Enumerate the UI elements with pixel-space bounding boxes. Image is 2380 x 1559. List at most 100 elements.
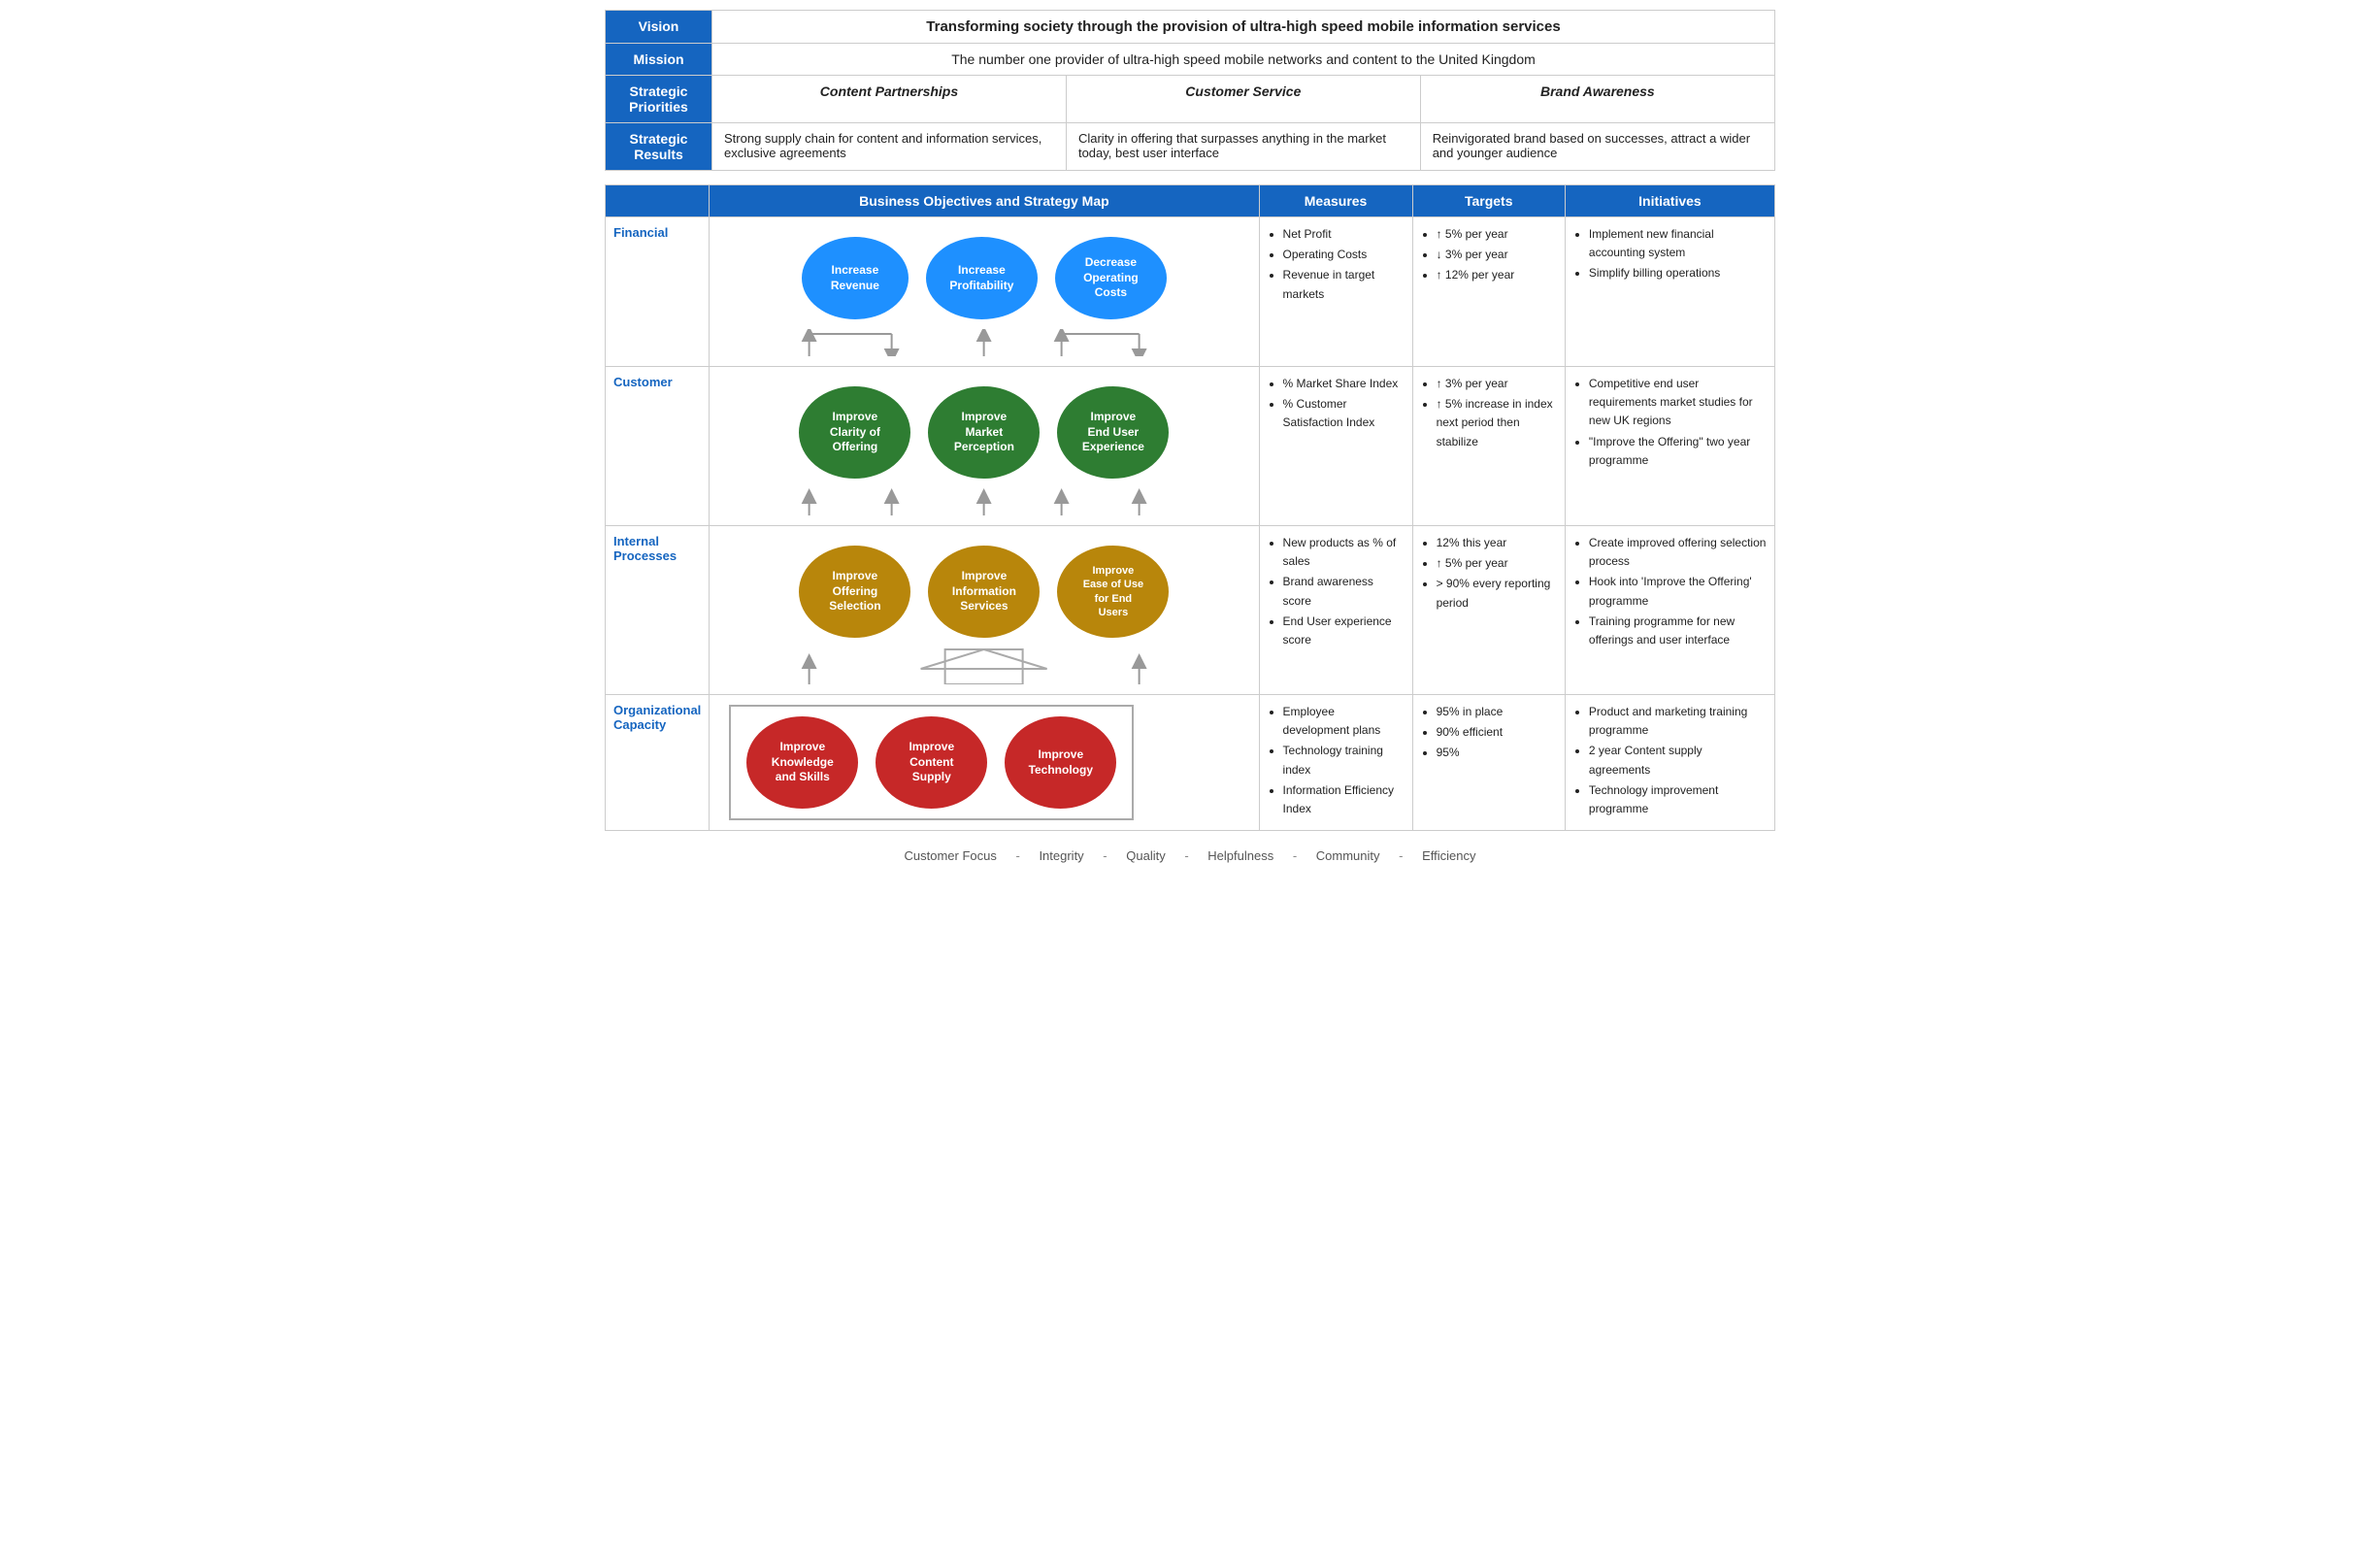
financial-nodes: IncreaseRevenue IncreaseProfitability De… — [729, 227, 1239, 329]
list-item: ↑ 12% per year — [1437, 266, 1557, 284]
list-item: ↓ 3% per year — [1437, 246, 1557, 264]
list-item: Create improved offering selection proce… — [1589, 534, 1767, 571]
node-clarity-offering: ImproveClarity ofOffering — [799, 386, 910, 479]
list-item: Operating Costs — [1283, 246, 1405, 264]
internal-row: Internal Processes ImproveOfferingSelect… — [606, 526, 1775, 695]
list-item: % Market Share Index — [1283, 375, 1405, 393]
list-item: Implement new financial accounting syste… — [1589, 225, 1767, 262]
customer-map: ImproveClarity ofOffering ImproveMarketP… — [710, 367, 1259, 526]
list-item: Simplify billing operations — [1589, 264, 1767, 282]
footer-separator: - — [1289, 848, 1301, 863]
list-item: End User experience score — [1283, 613, 1405, 649]
org-map: ImproveKnowledgeand Skills ImproveConten… — [710, 695, 1259, 831]
org-measures: Employee development plansTechnology tra… — [1259, 695, 1412, 831]
priority2: Customer Service — [1066, 76, 1420, 123]
node-offering-selection: ImproveOfferingSelection — [799, 546, 910, 638]
node-knowledge-skills: ImproveKnowledgeand Skills — [746, 716, 858, 809]
footer-values: Customer Focus - Integrity - Quality - H… — [605, 839, 1775, 873]
financial-measures: Net Profit Operating Costs Revenue in targ… — [1259, 217, 1412, 367]
footer-value: Integrity — [1039, 848, 1083, 863]
list-item: Competitive end user requirements market… — [1589, 375, 1767, 431]
targets-header: Targets — [1412, 185, 1565, 217]
financial-targets: ↑ 5% per year ↓ 3% per year ↑ 12% per year — [1412, 217, 1565, 367]
map-title: Business Objectives and Strategy Map — [710, 185, 1259, 217]
list-item: ↑ 5% per year — [1437, 225, 1557, 244]
node-technology: ImproveTechnology — [1005, 716, 1116, 809]
node-increase-revenue: IncreaseRevenue — [802, 237, 909, 319]
list-item: > 90% every reporting period — [1437, 575, 1557, 612]
measures-header: Measures — [1259, 185, 1412, 217]
footer-value: Community — [1316, 848, 1380, 863]
priority3: Brand Awareness — [1420, 76, 1774, 123]
node-info-services: ImproveInformationServices — [928, 546, 1040, 638]
node-decrease-costs: DecreaseOperatingCosts — [1055, 237, 1167, 319]
customer-row: Customer ImproveClarity ofOffering Impro… — [606, 367, 1775, 526]
financial-initiatives: Implement new financial accounting syste… — [1565, 217, 1774, 367]
footer-value: Efficiency — [1422, 848, 1475, 863]
mission-label: Mission — [606, 44, 712, 76]
org-row: Organizational Capacity ImproveKnowledge… — [606, 695, 1775, 831]
customer-initiatives: Competitive end user requirements market… — [1565, 367, 1774, 526]
footer-value: Helpfulness — [1207, 848, 1273, 863]
org-initiatives: Product and marketing training programme… — [1565, 695, 1774, 831]
node-increase-profitability: IncreaseProfitability — [926, 237, 1038, 319]
mission-text: The number one provider of ultra-high sp… — [712, 44, 1775, 76]
strategic-priorities-label: Strategic Priorities — [606, 76, 712, 123]
internal-initiatives: Create improved offering selection proce… — [1565, 526, 1774, 695]
customer-targets: ↑ 3% per year↑ 5% increase in index next… — [1412, 367, 1565, 526]
footer-separator: - — [1396, 848, 1407, 863]
result2: Clarity in offering that surpasses anyth… — [1066, 123, 1420, 171]
list-item: ↑ 5% increase in index next period then … — [1437, 395, 1557, 451]
list-item: Training programme for new offerings and… — [1589, 613, 1767, 649]
footer-separator: - — [1100, 848, 1111, 863]
internal-to-org-arrows — [729, 647, 1239, 684]
footer-value: Customer Focus — [905, 848, 997, 863]
list-item: Information Efficiency Index — [1283, 781, 1405, 818]
list-item: Product and marketing training programme — [1589, 703, 1767, 740]
list-item: Employee development plans — [1283, 703, 1405, 740]
internal-targets: 12% this year↑ 5% per year> 90% every re… — [1412, 526, 1565, 695]
financial-arrows — [729, 329, 1239, 356]
list-item: 2 year Content supply agreements — [1589, 742, 1767, 779]
financial-label: Financial — [606, 217, 710, 367]
list-item: % Customer Satisfaction Index — [1283, 395, 1405, 432]
list-item: 95% — [1437, 744, 1557, 762]
list-item: Technology training index — [1283, 742, 1405, 779]
list-item: Hook into 'Improve the Offering' program… — [1589, 573, 1767, 610]
org-targets: 95% in place 90% efficient 95% — [1412, 695, 1565, 831]
customer-to-internal-arrows — [729, 488, 1239, 515]
customer-nodes: ImproveClarity ofOffering ImproveMarketP… — [729, 377, 1239, 488]
priority1: Content Partnerships — [712, 76, 1067, 123]
org-label: Organizational Capacity — [606, 695, 710, 831]
vision-text: Transforming society through the provisi… — [712, 11, 1775, 44]
node-ease-of-use: ImproveEase of Usefor EndUsers — [1057, 546, 1169, 638]
list-item: Technology improvement programme — [1589, 781, 1767, 818]
financial-map: IncreaseRevenue IncreaseProfitability De… — [710, 217, 1259, 367]
map-header-empty — [606, 185, 710, 217]
result3: Reinvigorated brand based on successes, … — [1420, 123, 1774, 171]
customer-measures: % Market Share Index % Customer Satisfact… — [1259, 367, 1412, 526]
list-item: Revenue in target markets — [1283, 266, 1405, 303]
list-item: 95% in place — [1437, 703, 1557, 721]
list-item: Net Profit — [1283, 225, 1405, 244]
footer-value: Quality — [1126, 848, 1165, 863]
org-box: ImproveKnowledgeand Skills ImproveConten… — [729, 705, 1134, 820]
customer-label: Customer — [606, 367, 710, 526]
node-market-perception: ImproveMarketPerception — [928, 386, 1040, 479]
list-item: 90% efficient — [1437, 723, 1557, 742]
footer-separator: - — [1012, 848, 1024, 863]
node-end-user-exp: ImproveEnd UserExperience — [1057, 386, 1169, 479]
list-item: 12% this year — [1437, 534, 1557, 552]
footer-separator: - — [1181, 848, 1193, 863]
strategic-results-label: Strategic Results — [606, 123, 712, 171]
internal-map: ImproveOfferingSelection ImproveInformat… — [710, 526, 1259, 695]
list-item: Brand awareness score — [1283, 573, 1405, 610]
initiatives-header: Initiatives — [1565, 185, 1774, 217]
result1: Strong supply chain for content and info… — [712, 123, 1067, 171]
vision-label: Vision — [606, 11, 712, 44]
internal-nodes: ImproveOfferingSelection ImproveInformat… — [729, 536, 1239, 647]
internal-measures: New products as % of salesBrand awarenes… — [1259, 526, 1412, 695]
list-item: "Improve the Offering" two year programm… — [1589, 433, 1767, 470]
node-content-supply: ImproveContentSupply — [876, 716, 987, 809]
list-item: New products as % of sales — [1283, 534, 1405, 571]
